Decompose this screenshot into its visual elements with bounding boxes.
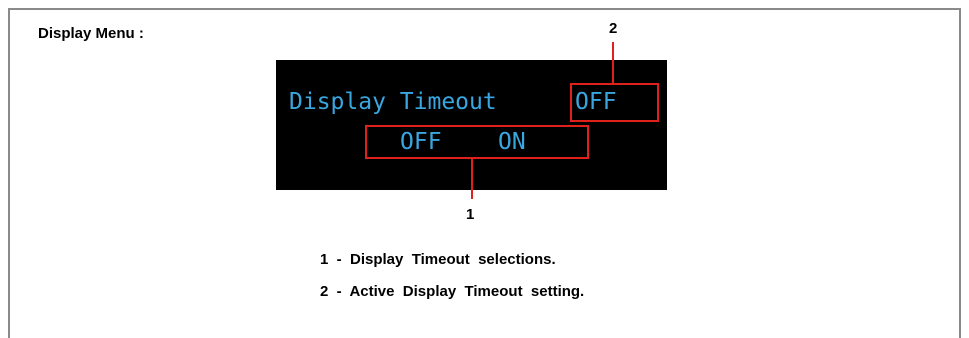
callout-box-active-setting <box>570 83 659 122</box>
legend-item-2: 2 - Active Display Timeout setting. <box>320 283 585 300</box>
legend-item-1: 1 - Display Timeout selections. <box>320 251 556 268</box>
callout-number-1: 1 <box>466 206 475 223</box>
callout-box-selections <box>365 125 589 159</box>
lcd-setting-label: Display Timeout <box>289 89 497 115</box>
callout-leader-2 <box>612 42 614 83</box>
callout-number-2: 2 <box>609 20 618 37</box>
callout-leader-1 <box>471 159 473 199</box>
section-title: Display Menu : <box>38 25 144 42</box>
